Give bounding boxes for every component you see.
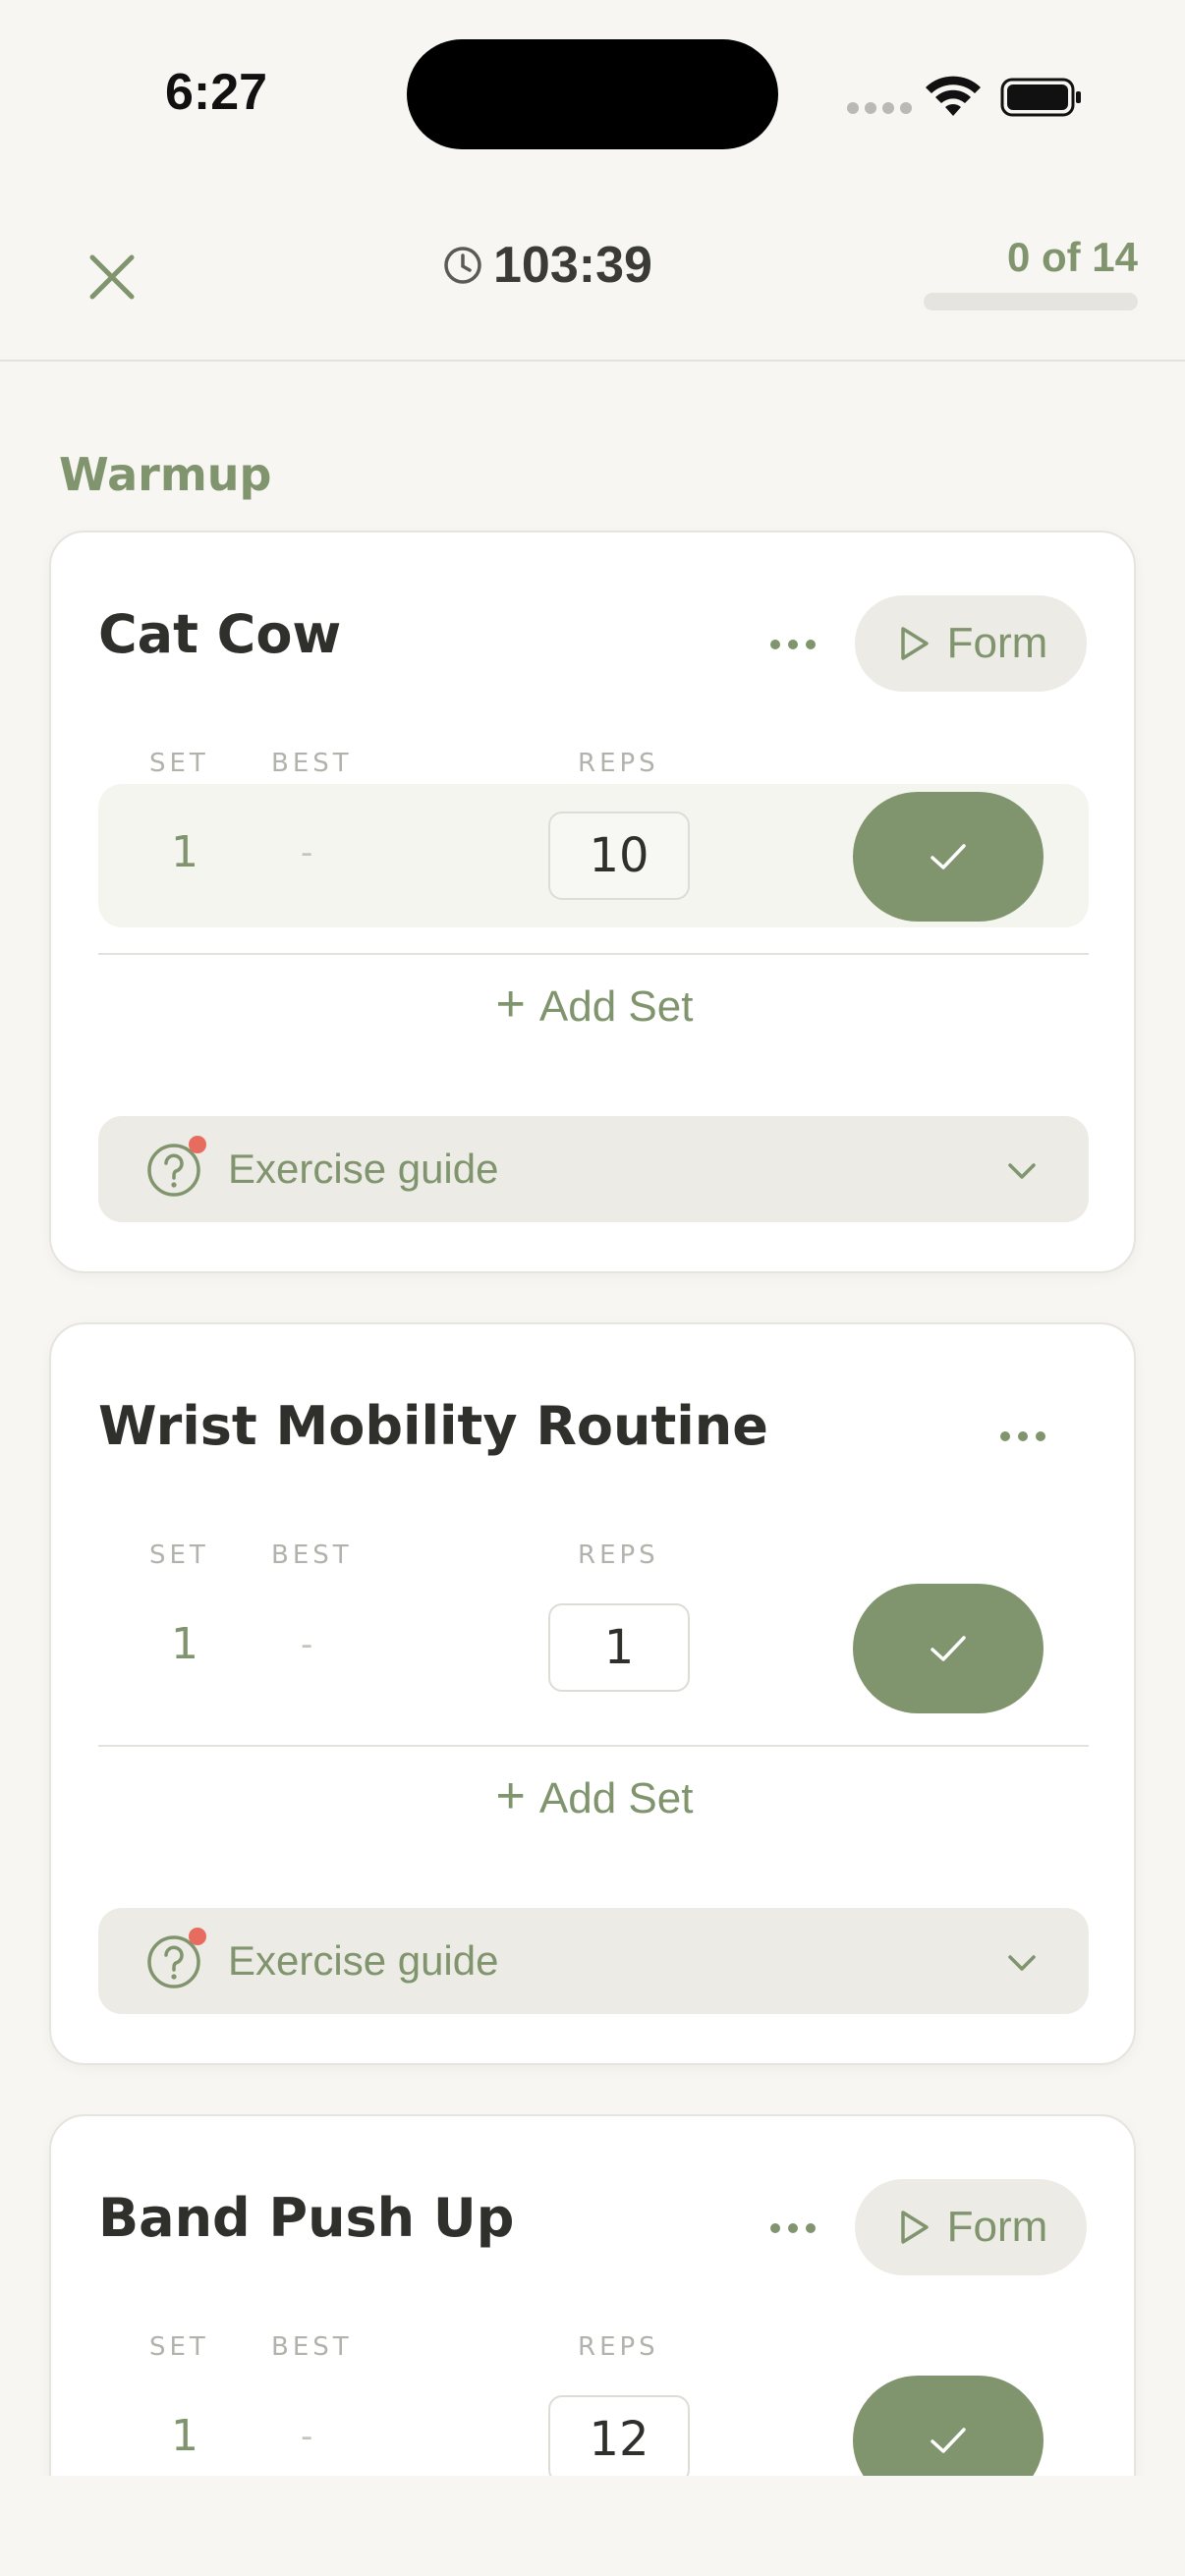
set-row: 1 - 10 <box>98 784 1089 927</box>
exercise-guide-label: Exercise guide <box>228 1937 499 1984</box>
status-time: 6:27 <box>165 64 268 121</box>
scroll-clip: Band Push Up Form SET BEST REPS 1 - 12 <box>0 2114 1185 2476</box>
form-video-button[interactable]: Form <box>855 595 1087 692</box>
reps-input[interactable]: 12 <box>548 2395 690 2476</box>
exercise-name: Band Push Up <box>98 2187 515 2249</box>
divider <box>98 1745 1089 1747</box>
exercise-guide-label: Exercise guide <box>228 1146 499 1192</box>
section-title: Warmup <box>59 448 272 501</box>
complete-set-button[interactable] <box>853 2376 1044 2476</box>
bottom-safe-area <box>0 2476 1185 2576</box>
checkmark-icon <box>931 2428 966 2453</box>
workout-header: 103:39 0 of 14 <box>0 187 1185 362</box>
exercise-progress: 0 of 14 <box>924 234 1138 310</box>
column-header-reps: REPS <box>578 749 659 778</box>
column-header-set: SET <box>149 1540 209 1570</box>
complete-set-button[interactable] <box>853 792 1044 922</box>
battery-icon <box>1000 78 1081 117</box>
wifi-icon <box>926 76 981 116</box>
exercise-name: Cat Cow <box>98 603 342 665</box>
exercise-card: Wrist Mobility Routine SET BEST REPS 1 -… <box>49 1322 1136 2065</box>
exercise-guide-toggle[interactable]: Exercise guide <box>98 1908 1089 2014</box>
best-value: - <box>301 2417 313 2456</box>
status-bar: 6:27 <box>0 0 1185 187</box>
divider <box>98 953 1089 955</box>
column-header-set: SET <box>149 749 209 778</box>
set-row: 1 - 1 <box>98 1576 1089 1719</box>
form-button-label: Form <box>946 619 1048 667</box>
set-number: 1 <box>171 2411 198 2461</box>
progress-text: 0 of 14 <box>1006 234 1138 280</box>
set-row: 1 - 12 <box>98 2368 1089 2476</box>
add-set-button[interactable]: + Add Set <box>51 1766 1138 1825</box>
progress-bar <box>924 293 1138 310</box>
column-header-set: SET <box>149 2332 209 2362</box>
best-value: - <box>301 833 313 872</box>
exercise-name: Wrist Mobility Routine <box>98 1395 768 1457</box>
plus-icon: + <box>495 1767 526 1824</box>
play-icon <box>900 627 929 660</box>
chevron-down-icon <box>1008 1163 1036 1179</box>
timer-value: 103:39 <box>493 237 652 294</box>
play-icon <box>900 2211 929 2244</box>
exercise-guide-toggle[interactable]: Exercise guide <box>98 1116 1089 1222</box>
column-header-best: BEST <box>271 2332 353 2362</box>
chevron-down-icon <box>1008 1955 1036 1971</box>
notification-dot <box>189 1136 206 1153</box>
more-options-icon[interactable] <box>988 1417 1057 1456</box>
close-icon[interactable] <box>81 246 143 308</box>
set-number: 1 <box>171 827 198 877</box>
more-options-icon[interactable] <box>759 625 827 664</box>
form-button-label: Form <box>946 2203 1048 2251</box>
checkmark-icon <box>931 844 966 869</box>
clock-icon <box>444 247 481 284</box>
exercise-card: Cat Cow Form SET BEST REPS 1 - 10 + Add S… <box>49 531 1136 1273</box>
add-set-label: Add Set <box>538 982 694 1031</box>
column-header-reps: REPS <box>578 1540 659 1570</box>
checkmark-icon <box>931 1636 966 1661</box>
column-header-best: BEST <box>271 1540 353 1570</box>
column-header-best: BEST <box>271 749 353 778</box>
form-video-button[interactable]: Form <box>855 2179 1087 2275</box>
workout-timer: 103:39 <box>442 236 652 295</box>
reps-input[interactable]: 10 <box>548 812 690 900</box>
set-number: 1 <box>171 1619 198 1669</box>
column-header-reps: REPS <box>578 2332 659 2362</box>
more-options-icon[interactable] <box>759 2209 827 2248</box>
add-set-label: Add Set <box>538 1774 694 1822</box>
best-value: - <box>301 1625 313 1664</box>
complete-set-button[interactable] <box>853 1584 1044 1713</box>
reps-input[interactable]: 1 <box>548 1603 690 1692</box>
notification-dot <box>189 1928 206 1945</box>
plus-icon: + <box>495 976 526 1033</box>
exercise-card: Band Push Up Form SET BEST REPS 1 - 12 <box>49 2114 1136 2476</box>
add-set-button[interactable]: + Add Set <box>51 975 1138 1034</box>
dynamic-island <box>407 39 778 149</box>
cellular-signal-icon <box>847 102 912 114</box>
